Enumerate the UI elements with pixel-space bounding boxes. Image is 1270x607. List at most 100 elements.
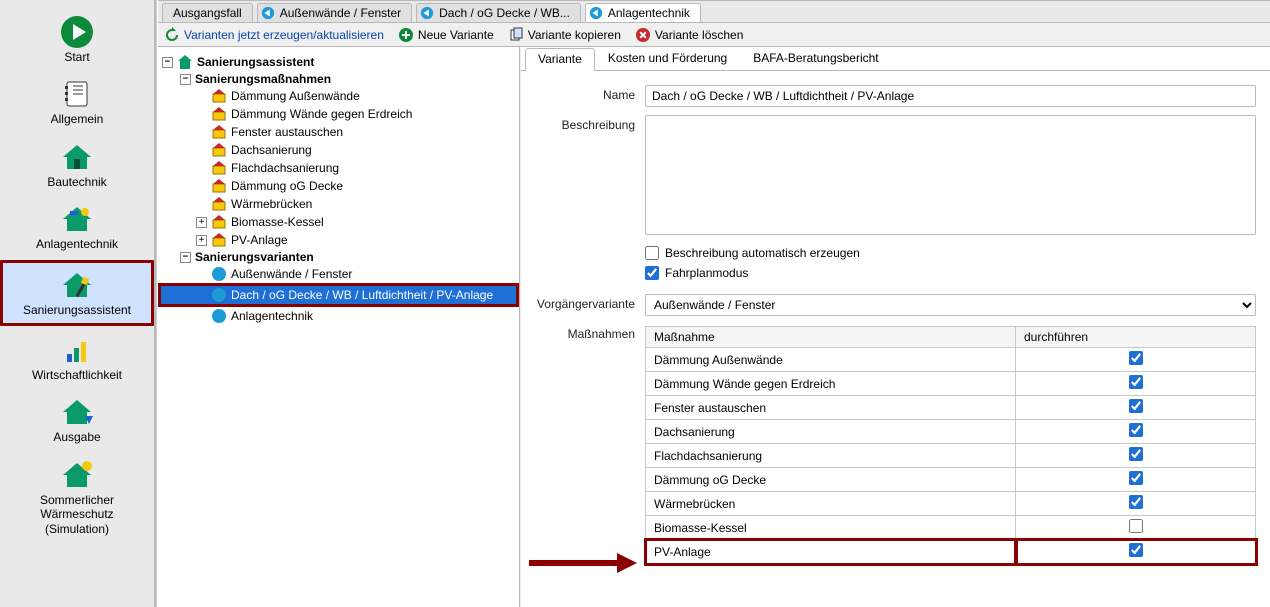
- tree-variant-item[interactable]: Außenwände / Fenster: [158, 265, 519, 283]
- table-row: PV-Anlage: [646, 540, 1256, 564]
- table-row: Dämmung Wände gegen Erdreich: [646, 372, 1256, 396]
- tab-bafa[interactable]: BAFA-Beratungsbericht: [740, 47, 891, 70]
- measure-cell: Fenster austauschen: [646, 396, 1016, 420]
- measure-icon: [211, 232, 227, 248]
- do-checkbox[interactable]: [1129, 423, 1143, 437]
- chart-icon: [59, 332, 95, 368]
- tab-label: Anlagentechnik: [608, 6, 690, 20]
- tree-measure-item[interactable]: Flachdachsanierung: [158, 159, 519, 177]
- measure-cell: Wärmebrücken: [646, 492, 1016, 516]
- do-checkbox[interactable]: [1129, 351, 1143, 365]
- nav-label: Allgemein: [51, 112, 104, 126]
- new-variant-button[interactable]: Neue Variante: [398, 27, 494, 43]
- sun-house-icon: [59, 457, 95, 493]
- measure-cell: Dämmung Außenwände: [646, 348, 1016, 372]
- tree-label: Fenster austauschen: [231, 125, 343, 139]
- nav-wirtschaftlichkeit[interactable]: Wirtschaftlichkeit: [0, 328, 154, 388]
- do-checkbox[interactable]: [1129, 495, 1143, 509]
- measure-cell: PV-Anlage: [646, 540, 1016, 564]
- tree-label: Dämmung Wände gegen Erdreich: [231, 107, 412, 121]
- tab-label: Variante: [538, 52, 582, 66]
- variant-tabbar: Ausgangsfall Außenwände / Fenster Dach /…: [158, 1, 1270, 23]
- measure-icon: [211, 160, 227, 176]
- tree-label: Dämmung Außenwände: [231, 89, 360, 103]
- tree-measure-item[interactable]: Dachsanierung: [158, 141, 519, 159]
- notebook-icon: [59, 76, 95, 112]
- variant-icon: [211, 287, 227, 303]
- tab-label: BAFA-Beratungsbericht: [753, 51, 878, 65]
- left-navigation: Start Allgemein Bautechnik Anlagentechni…: [0, 0, 155, 607]
- tree-measure-item[interactable]: + PV-Anlage: [158, 231, 519, 249]
- toolbar-label: Varianten jetzt erzeugen/aktualisieren: [184, 28, 384, 42]
- collapse-icon[interactable]: −: [162, 57, 173, 68]
- toolbar: Varianten jetzt erzeugen/aktualisieren N…: [158, 23, 1270, 47]
- tree-measure-item[interactable]: Fenster austauschen: [158, 123, 519, 141]
- tree-root[interactable]: −Sanierungsassistent: [158, 53, 519, 71]
- nav-ausgabe[interactable]: Ausgabe: [0, 390, 154, 450]
- description-field[interactable]: [645, 115, 1256, 235]
- expand-icon[interactable]: +: [196, 235, 207, 246]
- generate-variants-button[interactable]: Varianten jetzt erzeugen/aktualisieren: [164, 27, 384, 43]
- do-checkbox[interactable]: [1129, 399, 1143, 413]
- nav-sommer[interactable]: Sommerlicher Wärmeschutz (Simulation): [0, 453, 154, 542]
- nav-bautechnik[interactable]: Bautechnik: [0, 135, 154, 195]
- tab-dach[interactable]: Dach / oG Decke / WB...: [416, 3, 581, 22]
- nav-label: Anlagentechnik: [36, 237, 118, 251]
- measure-icon: [211, 178, 227, 194]
- tab-variante[interactable]: Variante: [525, 48, 595, 71]
- nav-allgemein[interactable]: Allgemein: [0, 72, 154, 132]
- tree-mass-group[interactable]: −Sanierungsmaßnahmen: [158, 71, 519, 87]
- do-checkbox[interactable]: [1129, 543, 1143, 557]
- tree-measure-item[interactable]: +Biomasse-Kessel: [158, 213, 519, 231]
- tree-measure-item[interactable]: Dämmung Wände gegen Erdreich: [158, 105, 519, 123]
- do-cell: [1016, 516, 1256, 540]
- table-row: Fenster austauschen: [646, 396, 1256, 420]
- name-field[interactable]: [645, 85, 1256, 107]
- collapse-icon[interactable]: −: [180, 74, 191, 85]
- tree-variant-item[interactable]: Anlagentechnik: [158, 307, 519, 325]
- tab-label: Außenwände / Fenster: [280, 6, 401, 20]
- tab-label: Dach / oG Decke / WB...: [439, 6, 570, 20]
- tree-var-group[interactable]: −Sanierungsvarianten: [158, 249, 519, 265]
- tree-label: PV-Anlage: [231, 233, 288, 247]
- tree-measure-item[interactable]: Dämmung Außenwände: [158, 87, 519, 105]
- mass-label: Maßnahmen: [535, 324, 645, 341]
- delete-variant-button[interactable]: Variante löschen: [635, 27, 744, 43]
- auto-desc-checkbox[interactable]: Beschreibung automatisch erzeugen: [645, 246, 1256, 260]
- tab-ausgangsfall[interactable]: Ausgangsfall: [162, 3, 253, 22]
- predecessor-label: Vorgängervariante: [535, 294, 645, 316]
- tree-label: Sanierungsmaßnahmen: [195, 72, 331, 86]
- variant-icon: [420, 6, 434, 20]
- measure-icon: [211, 106, 227, 122]
- tab-aussenwaende[interactable]: Außenwände / Fenster: [257, 3, 412, 22]
- do-checkbox[interactable]: [1129, 447, 1143, 461]
- tree-label: Dachsanierung: [231, 143, 312, 157]
- variant-icon: [211, 266, 227, 282]
- nav-start[interactable]: Start: [0, 10, 154, 70]
- tree-measure-item[interactable]: Wärmebrücken: [158, 195, 519, 213]
- tree-variant-item-selected[interactable]: Dach / oG Decke / WB / Luftdichtheit / P…: [158, 283, 519, 307]
- predecessor-select[interactable]: Außenwände / Fenster: [645, 294, 1256, 316]
- plan-mode-checkbox[interactable]: Fahrplanmodus: [645, 266, 1256, 280]
- nav-label: Ausgabe: [53, 430, 100, 444]
- tab-anlagentechnik[interactable]: Anlagentechnik: [585, 3, 701, 22]
- do-checkbox[interactable]: [1129, 375, 1143, 389]
- do-cell: [1016, 396, 1256, 420]
- toolbar-label: Variante löschen: [655, 28, 744, 42]
- table-row: Wärmebrücken: [646, 492, 1256, 516]
- form-panel: Variante Kosten und Förderung BAFA-Berat…: [520, 47, 1270, 607]
- nav-anlagentechnik[interactable]: Anlagentechnik: [0, 197, 154, 257]
- do-checkbox[interactable]: [1129, 519, 1143, 533]
- checkbox-label: Fahrplanmodus: [665, 266, 748, 280]
- col-mass: Maßnahme: [646, 327, 1016, 348]
- copy-variant-button[interactable]: Variante kopieren: [508, 27, 621, 43]
- collapse-icon[interactable]: −: [180, 252, 191, 263]
- nav-sanierungsassistent[interactable]: Sanierungsassistent: [0, 260, 154, 326]
- do-checkbox[interactable]: [1129, 471, 1143, 485]
- variant-icon: [589, 6, 603, 20]
- tree-measure-item[interactable]: Dämmung oG Decke: [158, 177, 519, 195]
- desc-label: Beschreibung: [535, 115, 645, 238]
- form-tabs: Variante Kosten und Förderung BAFA-Berat…: [521, 47, 1270, 71]
- expand-icon[interactable]: +: [196, 217, 207, 228]
- tab-kosten[interactable]: Kosten und Förderung: [595, 47, 740, 70]
